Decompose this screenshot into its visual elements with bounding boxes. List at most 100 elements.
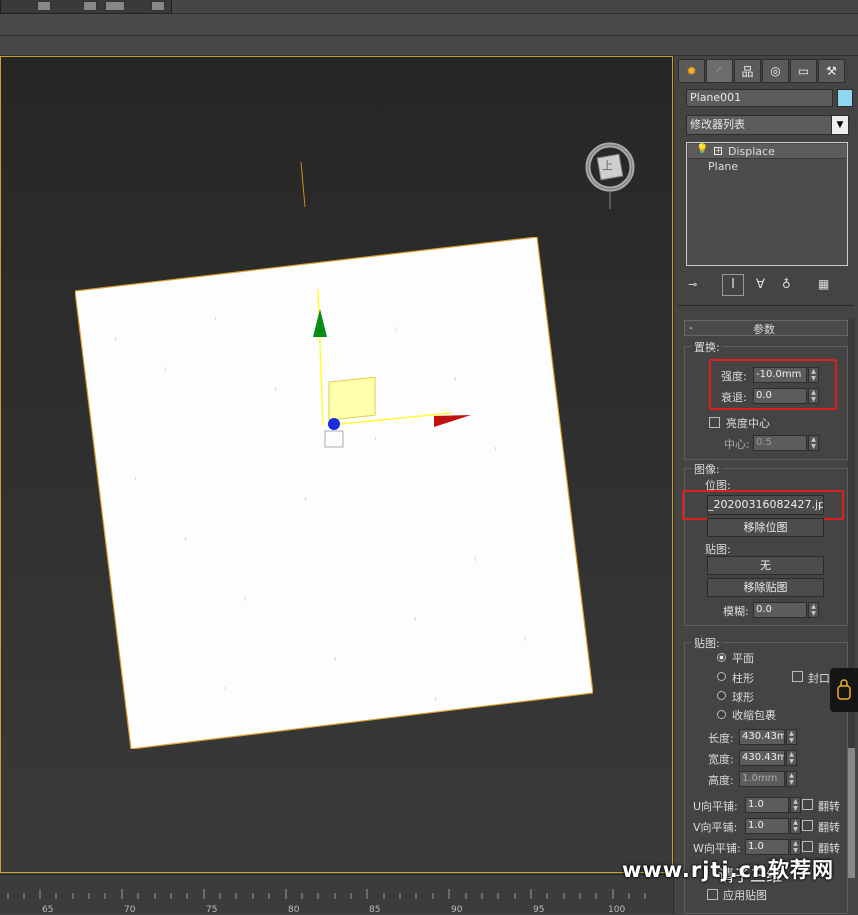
length-spinner[interactable]: 430.43m [739,729,785,745]
height-label: 高度: [708,774,734,787]
main-toolbar [0,0,858,14]
tab-motion[interactable]: ◎ [762,59,789,83]
lock-icon [837,679,851,700]
chevron-down-icon[interactable]: ▼ [831,115,849,135]
viewport-label-bar [0,36,858,56]
center-spin-arrows[interactable]: ▲ ▼ [808,435,819,451]
command-panel: ✹ ◜ 品 ◎ ▭ ⚒ Plane001 修改器列表 ▼ 💡 + Displac… [673,56,858,914]
planar-radio[interactable] [717,653,726,662]
viewport-top[interactable]: 上 [0,56,673,873]
file-icon[interactable] [83,1,97,11]
map-button[interactable]: 无 [707,556,824,575]
v-flip-label: 翻转 [818,821,840,834]
u-flip-checkbox[interactable] [802,799,813,810]
map-label: 贴图: [705,543,731,556]
hammer-icon: ⚒ [826,64,837,78]
viewcube-ring-icon [585,142,635,209]
blur-label: 模糊: [723,605,749,618]
v-tile-spin-arrows[interactable]: ▲ ▼ [790,818,801,834]
length-label: 长度: [708,732,734,745]
strength-spinner[interactable]: -10.0mm [753,367,807,383]
tab-create[interactable]: ✹ [678,59,705,83]
mapping-group-label: 贴图: [692,635,722,651]
width-spin-arrows[interactable]: ▲ ▼ [786,750,797,766]
tab-utilities[interactable]: ⚒ [818,59,845,83]
decay-spin-arrows[interactable]: ▲ ▼ [808,388,819,404]
viewcube[interactable]: 上 [584,139,636,213]
image-group-label: 图像: [692,461,722,477]
tab-hierarchy[interactable]: 品 [734,59,761,83]
pin-stack-icon[interactable]: ⊸ [688,278,697,291]
apply-map-label: 应用贴图 [723,889,767,902]
blur-spinner[interactable]: 0.0 [753,602,807,618]
cap-checkbox[interactable] [792,671,803,682]
w-tile-spin-arrows[interactable]: ▲ ▼ [790,839,801,855]
stack-item-label: Displace [728,145,775,158]
planar-label: 平面 [732,652,754,665]
link-icon[interactable] [37,1,51,11]
displacement-group-label: 置换: [692,339,722,355]
shrink-wrap-label: 收缩包裹 [732,709,776,722]
decay-spinner[interactable]: 0.0 [753,388,807,404]
object-name-field[interactable]: Plane001 [686,89,833,107]
remove-map-button[interactable]: 移除贴图 [707,578,824,597]
height-spinner[interactable]: 1.0mm [739,771,785,787]
render-frame-icon[interactable] [105,1,125,11]
configure-sets-icon[interactable]: ▦ [818,277,829,291]
center-spinner[interactable]: 0.5 [753,435,807,451]
cylindrical-radio[interactable] [717,672,726,681]
bitmap-button[interactable]: _20200316082427.jpg [707,495,824,515]
v-flip-checkbox[interactable] [802,820,813,831]
display-icon: ▭ [797,64,810,78]
modifier-list-dropdown[interactable]: 修改器列表 [686,115,848,135]
modifier-stack: 💡 + Displace Plane [686,142,848,266]
remove-modifier-icon[interactable]: ♁ [782,277,791,291]
height-spin-arrows[interactable]: ▲ ▼ [786,771,797,787]
spherical-radio[interactable] [717,691,726,700]
modifier-list-label: 修改器列表 [690,118,745,131]
decay-label: 衰退: [721,391,747,404]
ruler-ticks [7,889,646,899]
shrink-wrap-radio[interactable] [717,710,726,719]
u-tile-spin-arrows[interactable]: ▲ ▼ [790,797,801,813]
width-label: 宽度: [708,753,734,766]
collapse-icon: - [689,321,693,334]
motion-icon: ◎ [770,64,781,78]
make-unique-icon[interactable]: ∀ [756,277,765,292]
tab-modify[interactable]: ◜ [706,59,733,83]
cap-label: 封口 [808,672,830,685]
lightbulb-icon[interactable]: 💡 [696,144,708,155]
w-flip-checkbox[interactable] [802,841,813,852]
strength-spin-arrows[interactable]: ▲ ▼ [808,367,819,383]
object-color-swatch[interactable] [837,89,853,107]
remove-bitmap-button[interactable]: 移除位图 [707,518,824,537]
strength-label: 强度: [721,370,747,383]
luminance-center-label: 亮度中心 [726,417,770,430]
width-spinner[interactable]: 430.43m [739,750,785,766]
ribbon-bar [0,14,858,36]
create-icon: ✹ [686,64,697,78]
u-flip-label: 翻转 [818,800,840,813]
transform-gizmo[interactable] [301,285,481,455]
luminance-center-checkbox[interactable] [709,417,720,428]
params-rollout-header[interactable]: - 参数 [684,320,848,336]
stack-item-displace[interactable]: 💡 + Displace [688,144,846,159]
cylindrical-label: 柱形 [732,672,754,685]
u-tile-label: U向平铺: [693,800,738,813]
stack-item-plane[interactable]: Plane [688,160,846,175]
timeline-ruler[interactable]: 65 70 75 80 85 90 95 100 [0,874,673,915]
show-end-result-icon[interactable]: Ⅰ [722,274,744,296]
w-tile-spinner[interactable]: 1.0 [745,839,789,855]
v-tile-spinner[interactable]: 1.0 [745,818,789,834]
side-handle[interactable] [830,668,858,712]
u-tile-spinner[interactable]: 1.0 [745,797,789,813]
blur-spin-arrows[interactable]: ▲ ▼ [808,602,819,618]
tab-display[interactable]: ▭ [790,59,817,83]
stack-item-label: Plane [708,160,739,173]
watermark: www.rjtj.cn软荐网 [622,858,835,882]
apply-map-checkbox[interactable] [707,889,718,900]
length-spin-arrows[interactable]: ▲ ▼ [786,729,797,745]
toolbar-group [0,0,172,14]
redo-icon[interactable] [151,1,165,11]
expand-icon[interactable]: + [714,147,722,155]
